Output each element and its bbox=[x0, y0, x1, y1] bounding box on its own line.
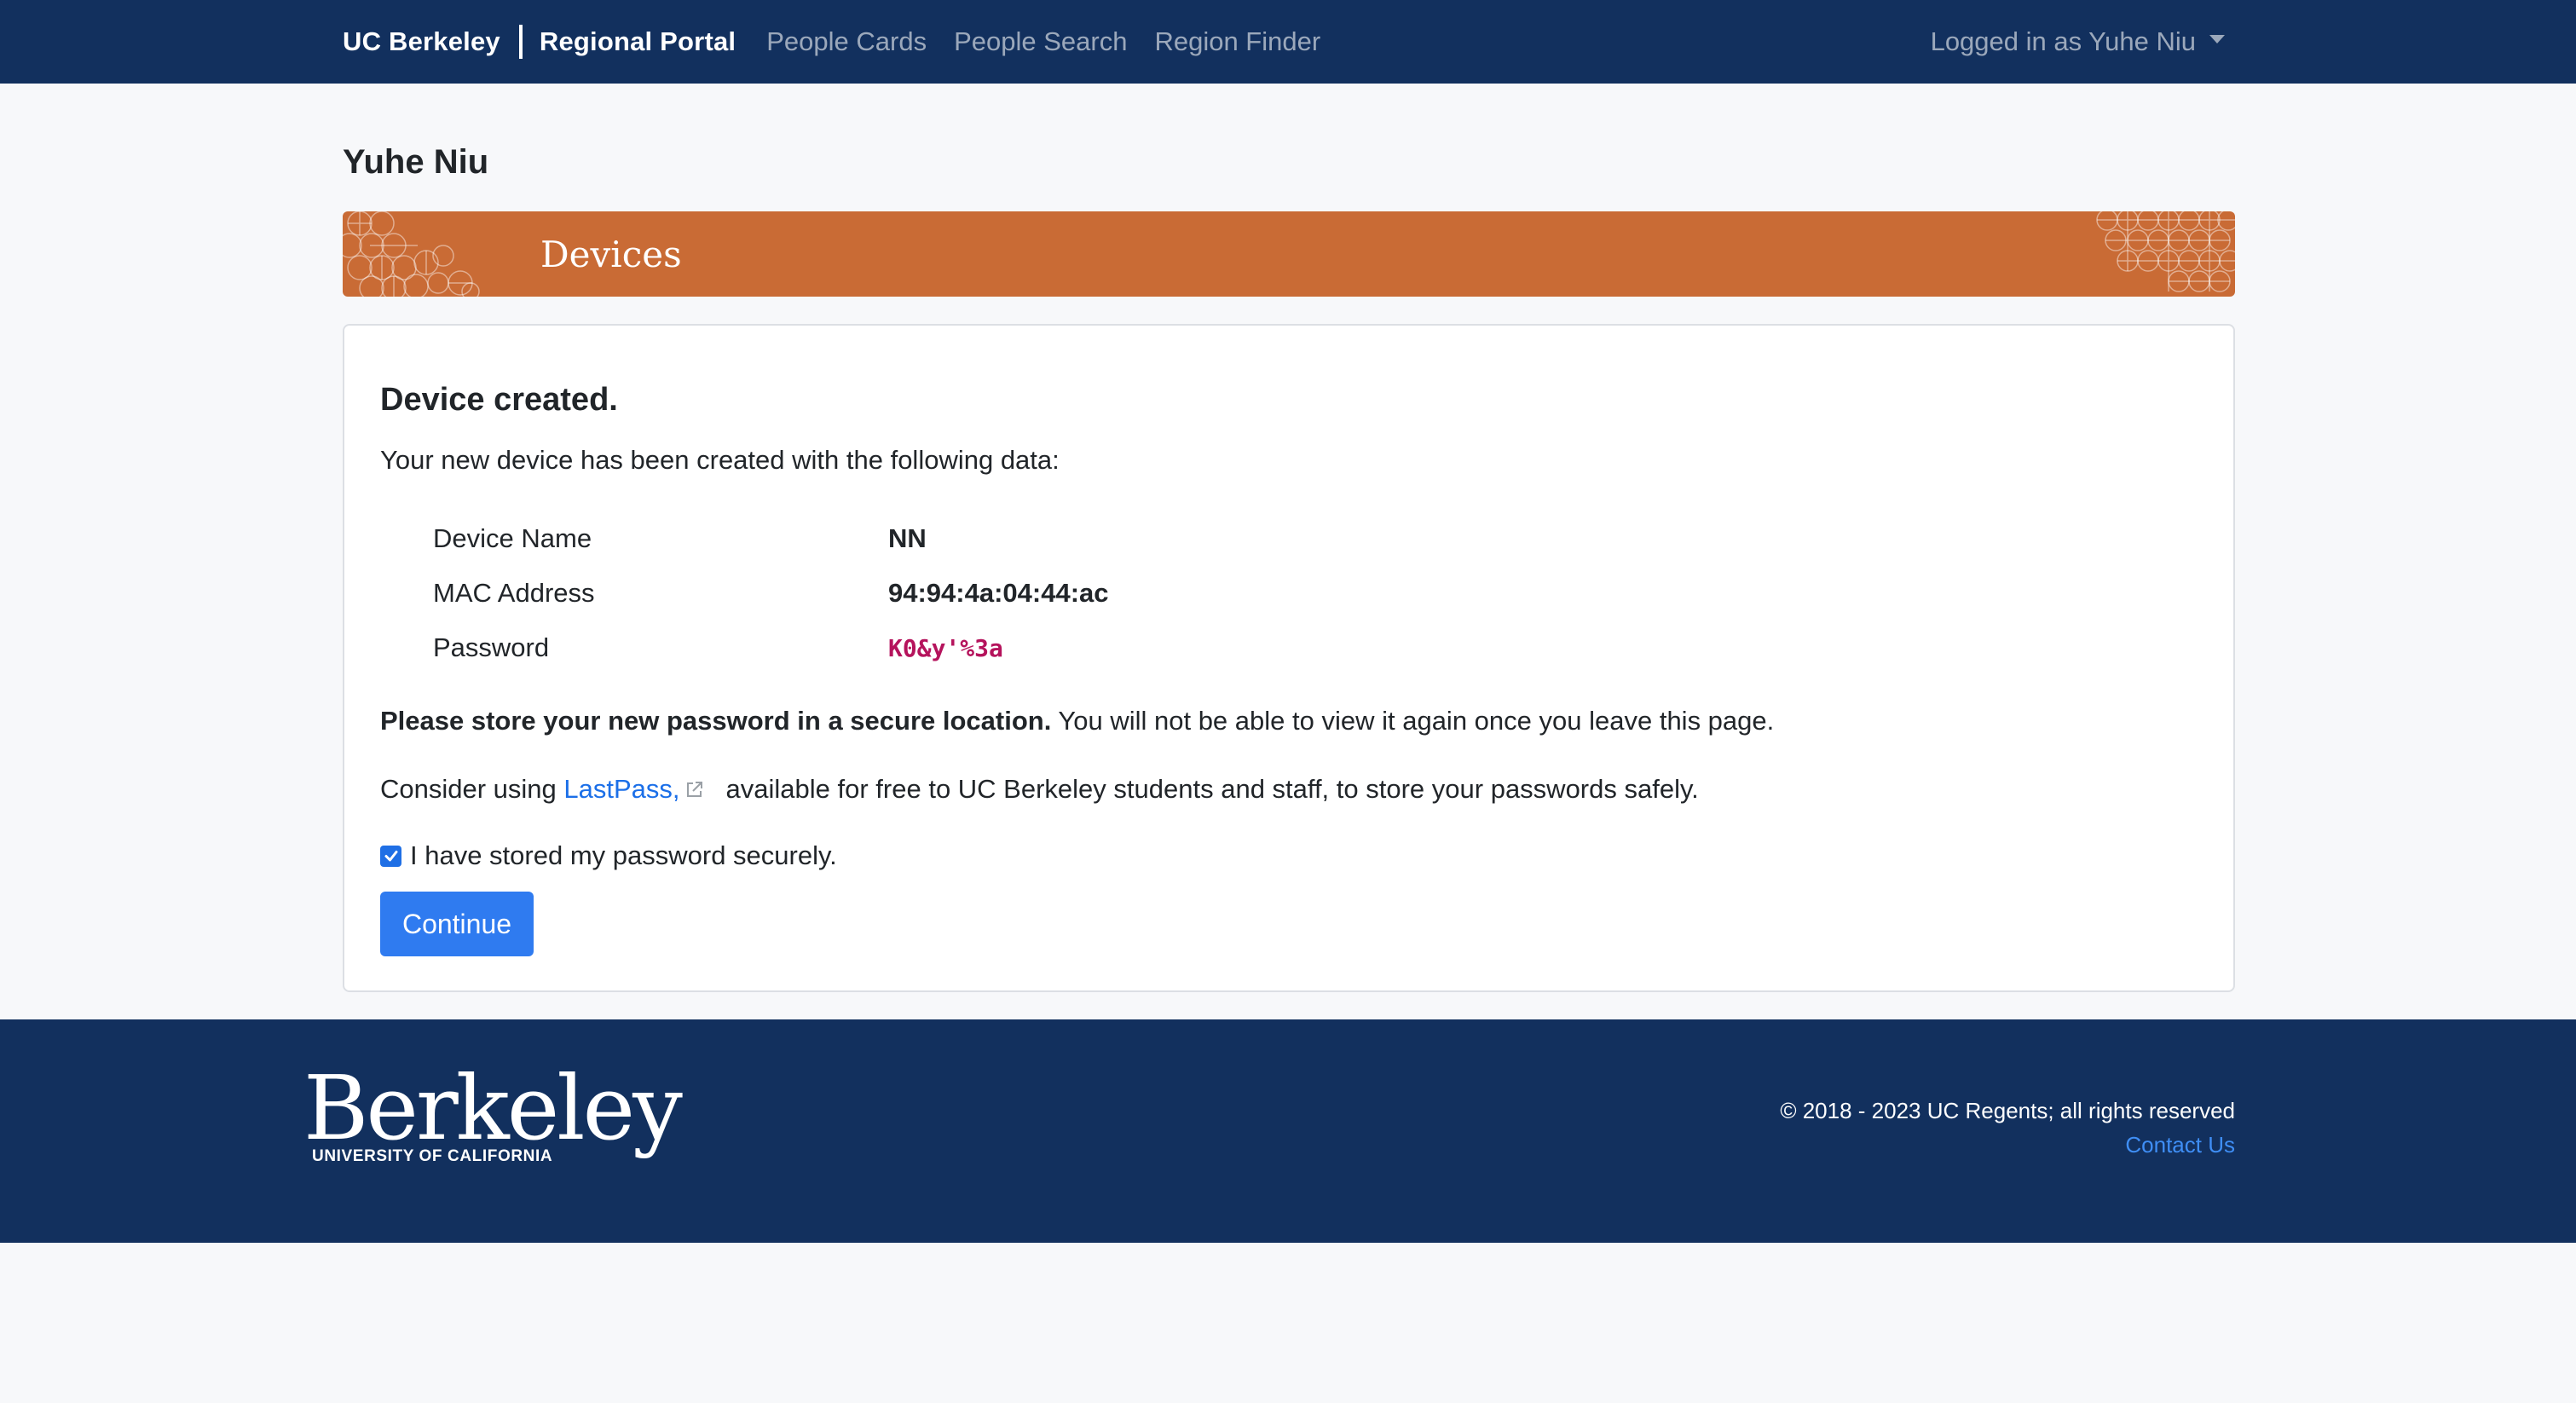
top-navbar: UC Berkeley Regional Portal People Cards… bbox=[0, 0, 2576, 84]
lastpass-prefix: Consider using bbox=[380, 774, 564, 804]
mac-address-row: MAC Address 94:94:4a:04:44:ac bbox=[433, 576, 1109, 610]
contact-us-link[interactable]: Contact Us bbox=[2125, 1132, 2235, 1158]
logo-wordmark: Berkeley bbox=[303, 1056, 683, 1160]
page-footer: Berkeley UNIVERSITY OF CALIFORNIA © 2018… bbox=[0, 1019, 2576, 1243]
pattern-decoration bbox=[343, 211, 480, 297]
pattern-decoration bbox=[2096, 211, 2235, 292]
lastpass-link[interactable]: LastPass, bbox=[563, 774, 679, 805]
password-warning: Please store your new password in a secu… bbox=[380, 706, 1774, 736]
user-menu-dropdown[interactable]: Logged in as Yuhe Niu bbox=[1931, 0, 2225, 84]
section-banner: Devices bbox=[343, 211, 2235, 297]
card-intro: Your new device has been created with th… bbox=[380, 445, 1060, 475]
card-heading: Device created. bbox=[380, 382, 618, 418]
user-menu-label: Logged in as Yuhe Niu bbox=[1930, 26, 2196, 56]
brand-link[interactable]: UC Berkeley bbox=[343, 26, 500, 57]
chevron-down-icon bbox=[2209, 35, 2225, 43]
brand-separator bbox=[518, 25, 523, 59]
lastpass-recommendation: Consider using LastPass, available for f… bbox=[380, 774, 1699, 805]
mac-address-label: MAC Address bbox=[433, 578, 595, 608]
stored-password-checkbox[interactable] bbox=[380, 845, 401, 867]
password-warning-bold: Please store your new password in a secu… bbox=[380, 706, 1052, 736]
portal-link[interactable]: Regional Portal bbox=[540, 26, 736, 57]
banner-title: Devices bbox=[540, 233, 682, 275]
nav-link-people-cards[interactable]: People Cards bbox=[766, 26, 927, 57]
device-name-label: Device Name bbox=[433, 523, 592, 553]
continue-button[interactable]: Continue bbox=[380, 892, 534, 956]
checkmark-icon bbox=[384, 851, 397, 862]
berkeley-logo[interactable]: Berkeley UNIVERSITY OF CALIFORNIA bbox=[303, 1056, 683, 1166]
nav-left: UC Berkeley Regional Portal People Cards… bbox=[343, 0, 1320, 84]
stored-password-confirmation: I have stored my password securely. bbox=[380, 840, 837, 871]
stored-password-label[interactable]: I have stored my password securely. bbox=[410, 840, 837, 871]
external-link-icon bbox=[686, 782, 702, 797]
device-name-value: NN bbox=[888, 523, 927, 553]
lastpass-suffix: available for free to UC Berkeley studen… bbox=[725, 774, 1699, 804]
nav-link-people-search[interactable]: People Search bbox=[954, 26, 1127, 57]
password-warning-rest: You will not be able to view it again on… bbox=[1051, 706, 1775, 736]
mac-address-value: 94:94:4a:04:44:ac bbox=[888, 578, 1109, 608]
password-row: Password K0&y'%3a bbox=[433, 631, 1003, 665]
password-label: Password bbox=[433, 632, 550, 662]
password-value: K0&y'%3a bbox=[888, 633, 1003, 662]
copyright-text: © 2018 - 2023 UC Regents; all rights res… bbox=[1780, 1098, 2235, 1123]
device-name-row: Device Name NN bbox=[433, 522, 927, 556]
page-user-name: Yuhe Niu bbox=[343, 143, 489, 181]
nav-link-region-finder[interactable]: Region Finder bbox=[1154, 26, 1320, 57]
device-created-card: Device created. Your new device has been… bbox=[343, 324, 2235, 992]
